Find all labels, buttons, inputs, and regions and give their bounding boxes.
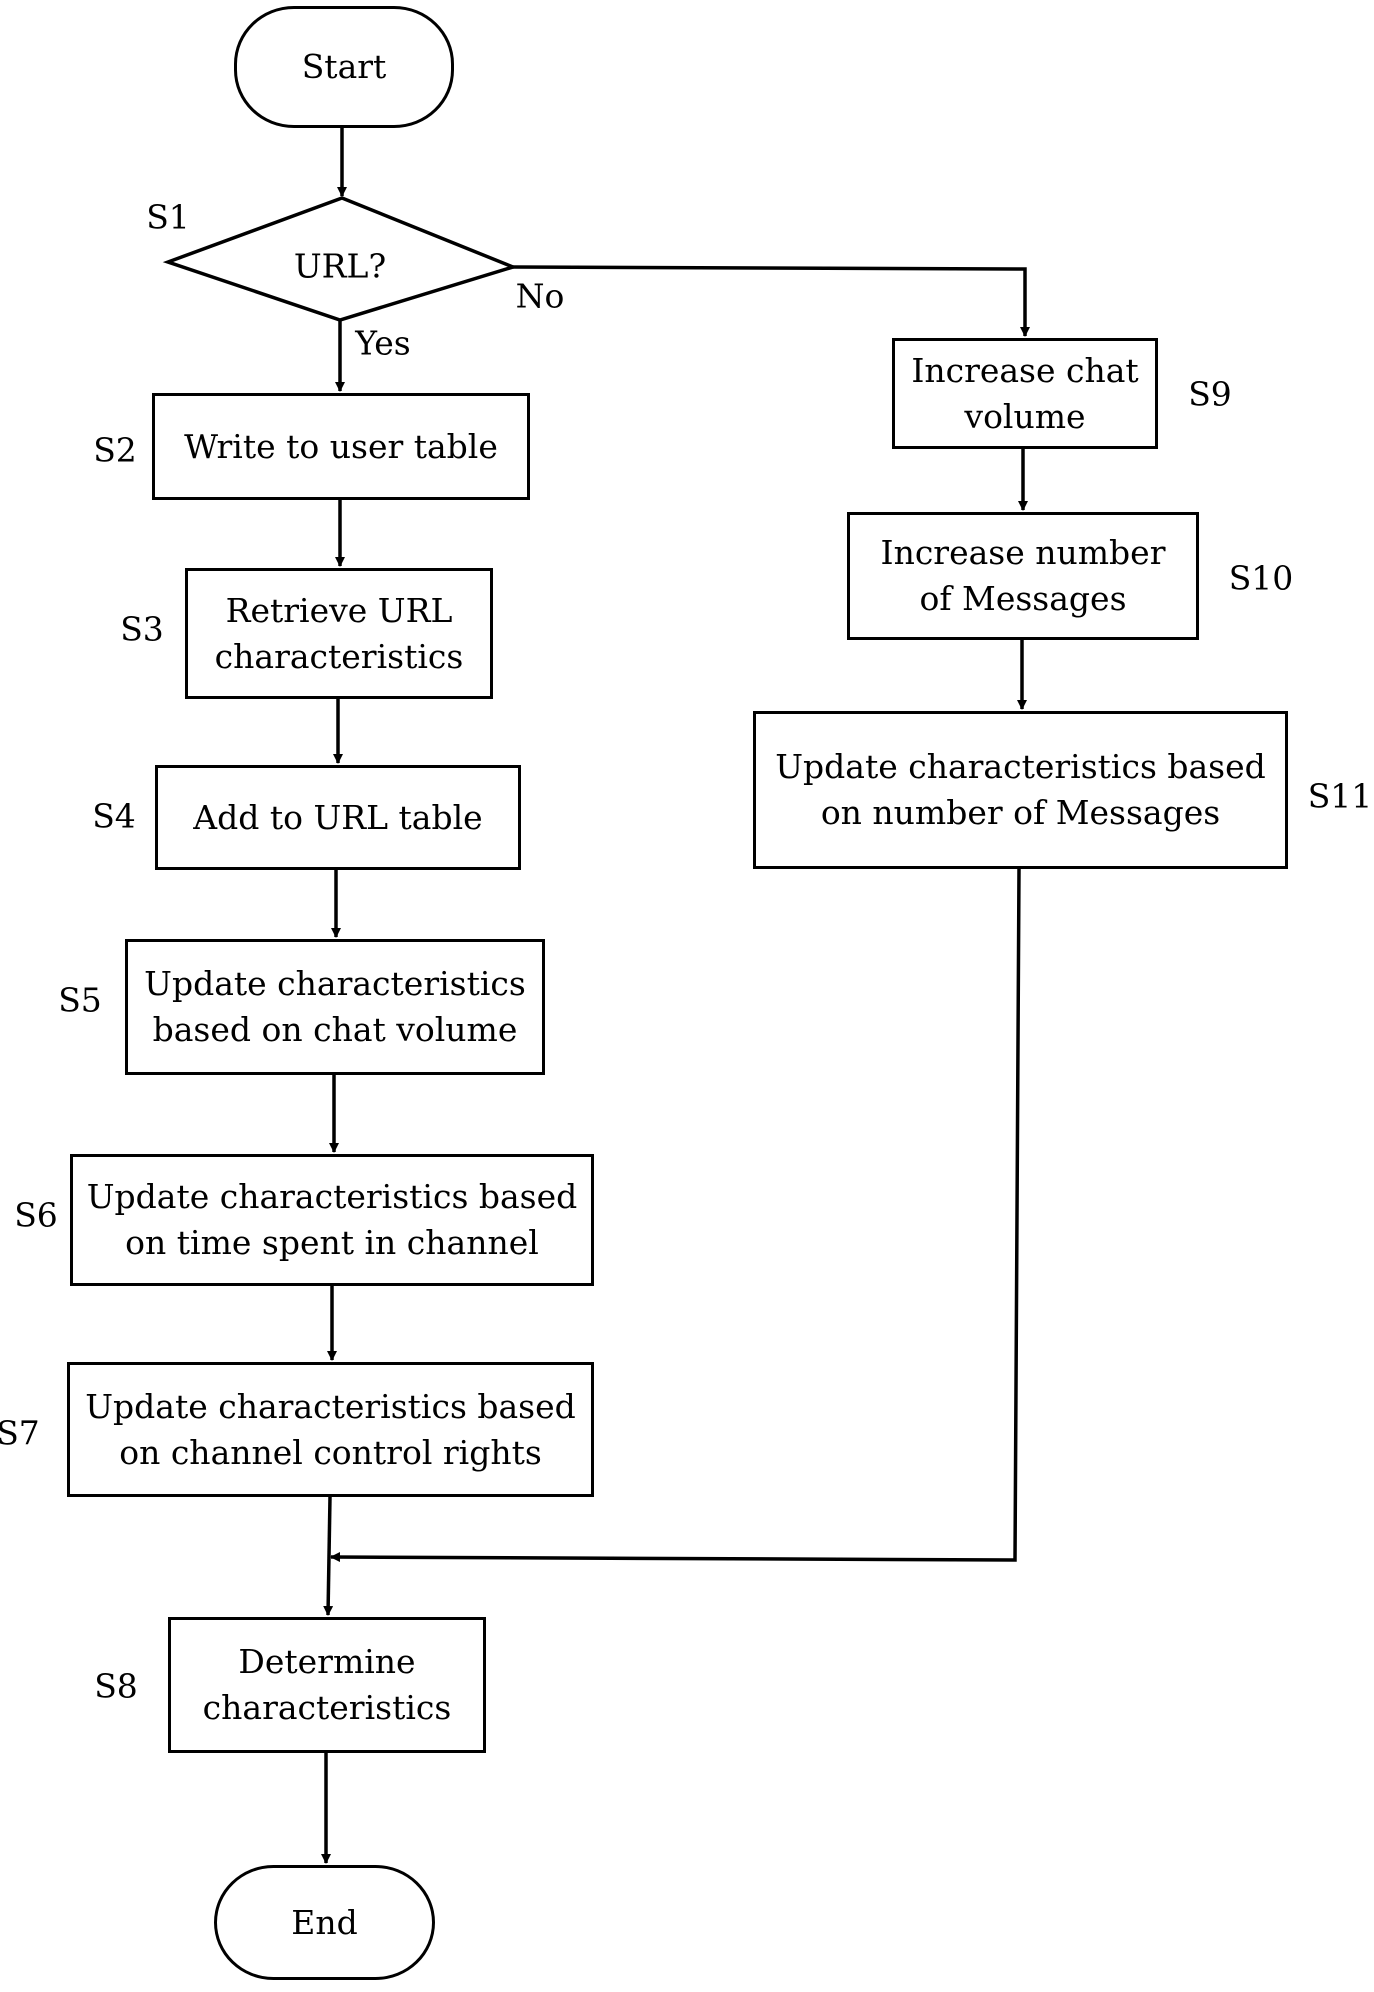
process-text-s7: Update characteristics based on channel … bbox=[85, 1386, 576, 1472]
step-label-s1: S1 bbox=[146, 197, 190, 237]
process-text-s9: Increase chat volume bbox=[911, 350, 1139, 436]
process-box-s2: Write to user table bbox=[152, 393, 530, 500]
step-label-s2: S2 bbox=[93, 430, 137, 470]
step-label-s9: S9 bbox=[1188, 374, 1232, 414]
process-text-s3: Retrieve URL characteristics bbox=[214, 590, 464, 676]
step-label-s10: S10 bbox=[1228, 558, 1294, 598]
process-text-s6: Update characteristics based on time spe… bbox=[86, 1177, 578, 1262]
edge-label-yes: Yes bbox=[355, 323, 411, 363]
edge-label-no: No bbox=[515, 276, 565, 316]
arrow-s7-s8 bbox=[323, 1496, 334, 1616]
step-label-s3: S3 bbox=[120, 609, 164, 649]
process-box-s8: Determine characteristics bbox=[168, 1617, 486, 1753]
start-text: Start bbox=[301, 47, 387, 86]
process-box-s6: Update characteristics based on time spe… bbox=[70, 1154, 594, 1286]
start-terminal: Start bbox=[234, 6, 454, 128]
step-label-s7: S7 bbox=[0, 1413, 40, 1453]
process-box-s4: Add to URL table bbox=[155, 765, 521, 870]
process-text-s8: Determine characteristics bbox=[202, 1642, 452, 1727]
process-box-s7: Update characteristics based on channel … bbox=[67, 1362, 594, 1497]
process-box-s11: Update characteristics based on number o… bbox=[753, 711, 1288, 869]
process-box-s10: Increase number of Messages bbox=[847, 512, 1199, 640]
end-text: End bbox=[291, 1902, 358, 1942]
end-terminal: End bbox=[214, 1865, 435, 1980]
process-text-s4: Add to URL table bbox=[193, 797, 483, 837]
decision-text-s1: URL? bbox=[293, 246, 387, 286]
process-box-s9: Increase chat volume bbox=[892, 338, 1158, 449]
arrow-s1-s9 bbox=[512, 265, 1030, 337]
step-label-s6: S6 bbox=[14, 1195, 58, 1235]
process-text-s5: Update characteristics based on chat vol… bbox=[144, 964, 526, 1049]
process-box-s5: Update characteristics based on chat vol… bbox=[125, 939, 545, 1075]
step-label-s11: S11 bbox=[1307, 776, 1373, 816]
process-box-s3: Retrieve URL characteristics bbox=[185, 568, 493, 699]
process-text-s2: Write to user table bbox=[184, 426, 498, 466]
process-text-s11: Update characteristics based on number o… bbox=[775, 747, 1266, 832]
step-label-s8: S8 bbox=[94, 1666, 138, 1706]
process-text-s10: Increase number of Messages bbox=[880, 533, 1166, 618]
step-label-s5: S5 bbox=[58, 980, 102, 1020]
step-label-s4: S4 bbox=[92, 796, 136, 836]
